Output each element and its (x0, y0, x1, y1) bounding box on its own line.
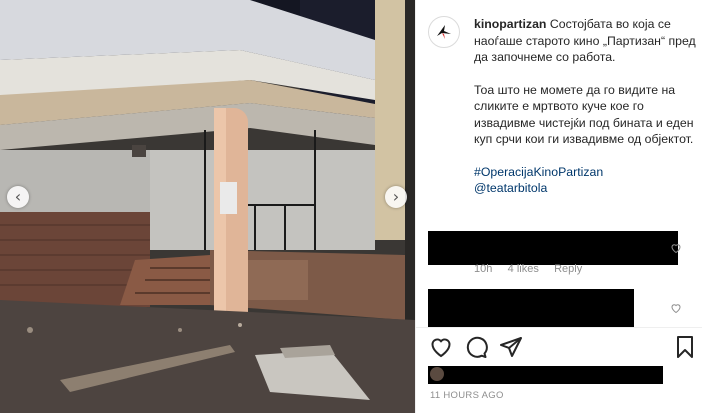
logo-icon (437, 25, 451, 39)
comment-icon[interactable] (464, 335, 488, 359)
chevron-right-icon: › (392, 187, 400, 206)
send-icon[interactable] (499, 335, 523, 359)
chevron-left-icon: ‹ (14, 187, 22, 206)
avatar[interactable] (428, 16, 460, 48)
comment-time: 10h (474, 263, 493, 275)
caption-text: kinopartizan Состојбата во која се наоѓа… (474, 16, 698, 197)
post-photo: ‹ › (0, 0, 415, 413)
comment-likes[interactable]: 4 likes (508, 263, 539, 275)
bookmark-icon[interactable] (673, 335, 697, 359)
post-timestamp: 11 HOURS AGO (430, 390, 504, 401)
heart-icon[interactable] (429, 335, 453, 359)
comment-redacted (428, 231, 678, 265)
liked-by-redacted (428, 366, 663, 384)
mention-link[interactable]: @teatarbitola (474, 180, 698, 197)
caption-line-2: Тоа што не мометe да го видите на сликит… (474, 82, 694, 147)
action-bar (416, 327, 702, 367)
comment-like-heart-icon[interactable] (670, 302, 682, 314)
comment-reply-button[interactable]: Reply (554, 263, 582, 275)
avatar[interactable] (430, 367, 444, 381)
comment-like-heart-icon[interactable] (670, 242, 682, 254)
comment-meta: 10h 4 likes Reply (474, 263, 582, 275)
post-side-panel: kinopartizan Состојбата во која се наоѓа… (415, 0, 702, 413)
next-photo-button[interactable]: › (385, 186, 407, 208)
hashtag-link[interactable]: #OperacijaKinoPartizan (474, 164, 698, 181)
theater-photo (0, 0, 415, 413)
previous-photo-button[interactable]: ‹ (7, 186, 29, 208)
username-link[interactable]: kinopartizan (474, 17, 546, 31)
comment-redacted (428, 289, 634, 327)
